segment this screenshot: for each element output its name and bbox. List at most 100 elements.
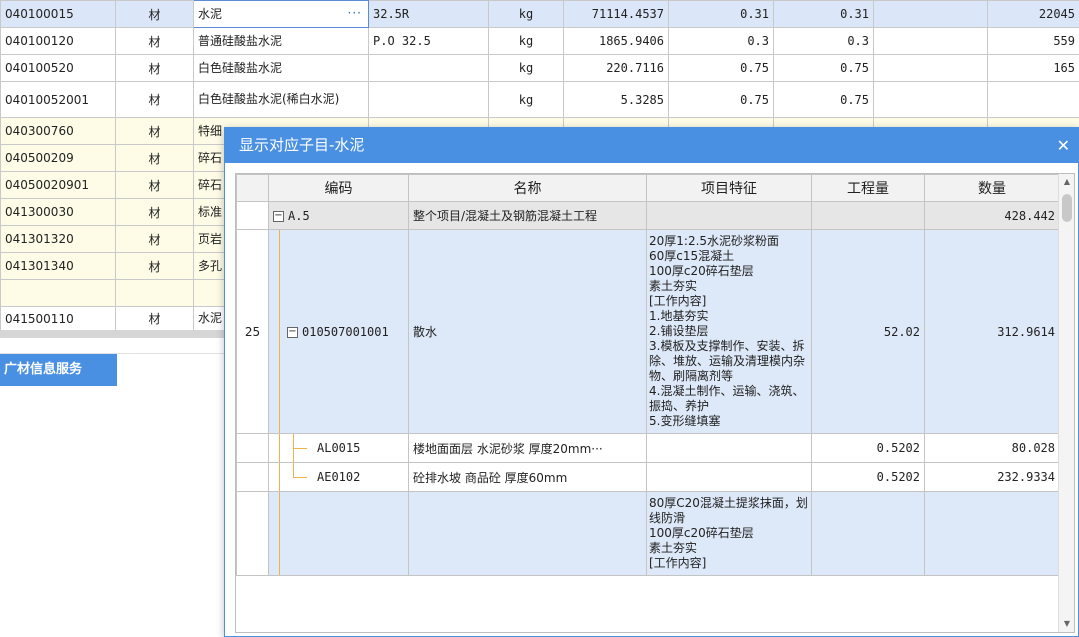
- collapse-icon[interactable]: −: [273, 210, 284, 222]
- cell-type[interactable]: 材: [115, 27, 194, 55]
- cell-qty[interactable]: 5.3285: [563, 81, 669, 118]
- col-header-name[interactable]: 名称: [408, 174, 647, 202]
- items-grid: 编码 名称 项目特征 工程量 数量 − A.5 整个项目/混凝土及钢筋混凝土工程 …: [235, 173, 1075, 633]
- cell-p2[interactable]: 0.3: [773, 27, 874, 55]
- cell-spec[interactable]: [368, 81, 489, 118]
- cell-p2[interactable]: 0.75: [773, 81, 874, 118]
- cell-p1[interactable]: 0.75: [668, 81, 774, 118]
- horizontal-scrollbar[interactable]: [0, 330, 224, 338]
- cell-unit[interactable]: kg: [488, 54, 564, 82]
- cell-p1[interactable]: 0.31: [668, 0, 774, 28]
- scroll-up-icon[interactable]: ▲: [1059, 174, 1074, 190]
- table-row[interactable]: AE0102 砼排水坡 商品砼 厚度60mm 0.5202 232.9334: [236, 462, 1060, 492]
- tree-line: [279, 434, 280, 462]
- tree-branch: [293, 448, 307, 449]
- cell-p3[interactable]: [873, 81, 988, 118]
- scroll-down-icon[interactable]: ▼: [1059, 616, 1074, 632]
- group-quantity: 428.442: [924, 201, 1060, 230]
- cell-name[interactable]: 白色硅酸盐水泥: [193, 54, 369, 82]
- cell-amt[interactable]: [987, 81, 1079, 118]
- tab-material-info-service[interactable]: 广材信息服务: [0, 354, 117, 386]
- cell-code[interactable]: 041500110: [0, 306, 116, 331]
- cell-type[interactable]: 材: [115, 81, 194, 118]
- cell-spec[interactable]: 32.5R: [368, 0, 489, 28]
- cell-type[interactable]: 材: [115, 225, 194, 253]
- cell-amt[interactable]: 22045: [987, 0, 1079, 28]
- col-header-features[interactable]: 项目特征: [646, 174, 812, 202]
- table-row[interactable]: 040100015 材水泥 ··· 32.5R kg 71114.4537 0.31 0.31…: [0, 0, 1079, 28]
- cell-type[interactable]: [115, 279, 194, 307]
- cell-type[interactable]: 材: [115, 252, 194, 280]
- cell-code[interactable]: 040100015: [0, 0, 116, 28]
- table-row[interactable]: 040100120 材普通硅酸盐水泥 P.O 32.5 kg 1865.9406 0.3 0…: [0, 27, 1079, 55]
- col-header-quantity[interactable]: 数量: [924, 174, 1060, 202]
- item-features: 20厚1:2.5水泥砂浆粉面 60厚c15混凝土 100厚c20碎石垫层 素土夯…: [646, 229, 812, 434]
- cell-code[interactable]: 040100120: [0, 27, 116, 55]
- child-code: AE0102: [317, 470, 361, 484]
- cell-spec[interactable]: P.O 32.5: [368, 27, 489, 55]
- cell-name[interactable]: 白色硅酸盐水泥(稀白水泥): [193, 81, 369, 118]
- cell-p3[interactable]: [873, 27, 988, 55]
- cell-type[interactable]: 材: [115, 144, 194, 172]
- cell-qty[interactable]: 220.7116: [563, 54, 669, 82]
- table-row[interactable]: 25 −010507001001 散水 20厚1:2.5水泥砂浆粉面 60厚c1…: [236, 229, 1060, 434]
- cell-unit[interactable]: kg: [488, 81, 564, 118]
- cell-code[interactable]: 041300030: [0, 198, 116, 226]
- cell-p1[interactable]: 0.75: [668, 54, 774, 82]
- collapse-icon[interactable]: −: [287, 326, 298, 338]
- cell-type[interactable]: 材: [115, 171, 194, 199]
- cell-p3[interactable]: [873, 0, 988, 28]
- item-workload: 52.02: [811, 229, 925, 434]
- col-header-code[interactable]: 编码: [268, 174, 409, 202]
- item-quantity: 312.9614: [924, 229, 1060, 434]
- cell-type[interactable]: 材: [115, 0, 194, 28]
- cell-code[interactable]: 040100520: [0, 54, 116, 82]
- cell-p2[interactable]: 0.75: [773, 54, 874, 82]
- cell-amt[interactable]: 165: [987, 54, 1079, 82]
- cell-code[interactable]: 04050020901: [0, 171, 116, 199]
- cell-code[interactable]: 041301320: [0, 225, 116, 253]
- cell-unit[interactable]: kg: [488, 0, 564, 28]
- cell-code[interactable]: 04010052001: [0, 81, 116, 118]
- item-name: 散水: [408, 229, 647, 434]
- cell-name[interactable]: 普通硅酸盐水泥: [193, 27, 369, 55]
- cell-type[interactable]: 材: [115, 306, 194, 331]
- cell-type[interactable]: 材: [115, 198, 194, 226]
- col-header-workload[interactable]: 工程量: [811, 174, 925, 202]
- table-row[interactable]: 80厚C20混凝土提浆抹面，划线防滑 100厚c20碎石垫层 素土夯实 [工作内…: [236, 491, 1060, 576]
- tree-branch: [293, 477, 307, 478]
- cell-code[interactable]: 040300760: [0, 117, 116, 145]
- cell-spec[interactable]: [368, 54, 489, 82]
- tree-line: [279, 230, 280, 433]
- cell-type[interactable]: 材: [115, 117, 194, 145]
- cell-code[interactable]: 040500209: [0, 144, 116, 172]
- group-row[interactable]: − A.5 整个项目/混凝土及钢筋混凝土工程 428.442: [236, 201, 1060, 230]
- table-row[interactable]: 04010052001 材白色硅酸盐水泥(稀白水泥) kg 5.3285 0.75 0.7…: [0, 81, 1079, 118]
- corresponding-items-dialog: 显示对应子目-水泥 ✕ 编码 名称 项目特征 工程量 数量 − A.5 整个项目…: [224, 127, 1079, 637]
- tree-line: [279, 492, 280, 575]
- table-row[interactable]: 040100520 材白色硅酸盐水泥 kg 220.7116 0.75 0.75 165: [0, 54, 1079, 82]
- cell-qty[interactable]: 71114.4537: [563, 0, 669, 28]
- group-code: A.5: [288, 208, 310, 223]
- cell-code[interactable]: [0, 279, 116, 307]
- cell-p3[interactable]: [873, 54, 988, 82]
- cell-amt[interactable]: 559: [987, 27, 1079, 55]
- cell-p1[interactable]: 0.3: [668, 27, 774, 55]
- child-name: 砼排水坡 商品砼 厚度60mm: [408, 462, 647, 492]
- scroll-thumb[interactable]: [1062, 194, 1072, 222]
- more-options-icon[interactable]: ···: [348, 7, 362, 20]
- close-icon[interactable]: ✕: [1057, 128, 1070, 163]
- cell-code[interactable]: 041301340: [0, 252, 116, 280]
- cell-p2[interactable]: 0.31: [773, 0, 874, 28]
- cell-qty[interactable]: 1865.9406: [563, 27, 669, 55]
- child-name: 楼地面面层 水泥砂浆 厚度20mm···: [408, 433, 647, 463]
- vertical-scrollbar[interactable]: ▲ ▼: [1058, 174, 1074, 632]
- cell-name[interactable]: 水泥 ···: [193, 0, 369, 28]
- item-code: 010507001001: [302, 324, 389, 339]
- cell-unit[interactable]: kg: [488, 27, 564, 55]
- col-header-index: [236, 174, 269, 202]
- table-row[interactable]: AL0015 楼地面面层 水泥砂浆 厚度20mm··· 0.5202 80.02…: [236, 433, 1060, 463]
- child-workload: 0.5202: [811, 433, 925, 463]
- cell-name-text: 水泥: [198, 6, 223, 21]
- cell-type[interactable]: 材: [115, 54, 194, 82]
